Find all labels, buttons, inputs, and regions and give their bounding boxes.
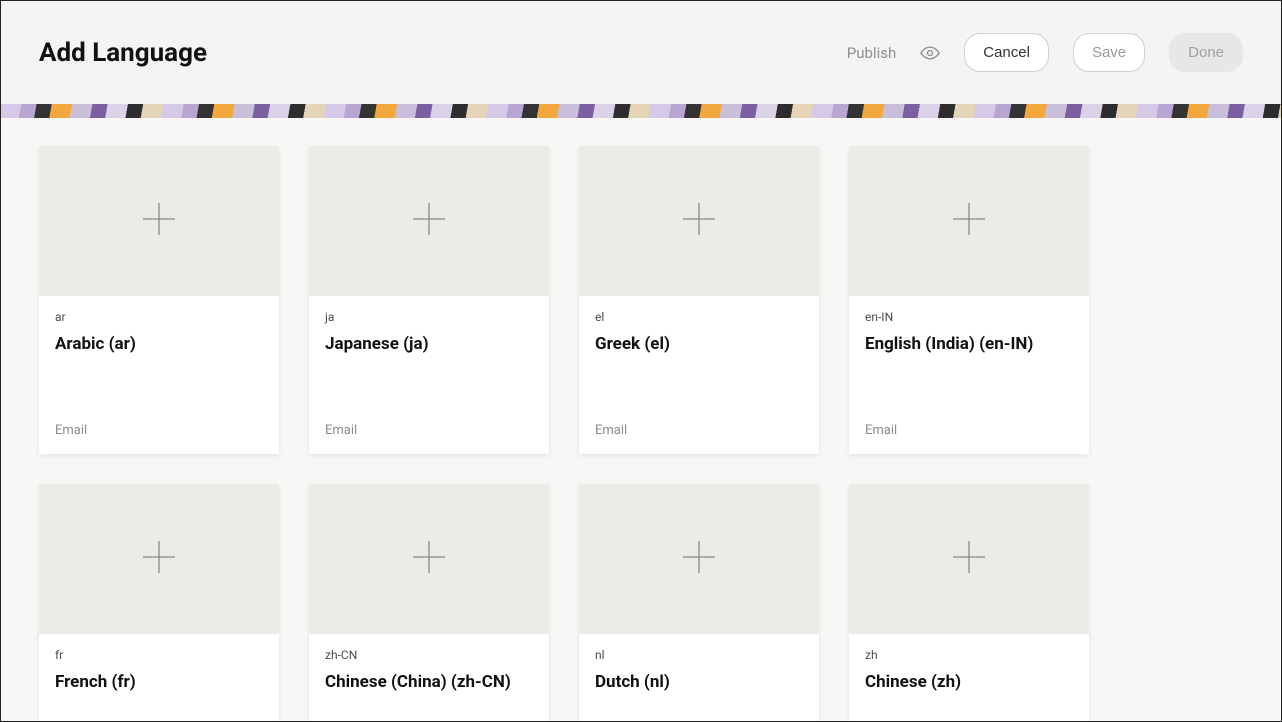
language-card[interactable]: zh Chinese (zh) Email [849, 484, 1089, 721]
language-code: nl [595, 648, 803, 662]
card-thumbnail [39, 484, 279, 634]
language-code: el [595, 310, 803, 324]
language-card[interactable]: fr French (fr) Email [39, 484, 279, 721]
language-name: Chinese (zh) [865, 672, 1073, 693]
card-thumbnail [309, 146, 549, 296]
cancel-button[interactable]: Cancel [964, 33, 1049, 72]
language-card[interactable]: zh-CN Chinese (China) (zh-CN) Email [309, 484, 549, 721]
plus-icon [679, 537, 719, 581]
card-thumbnail [579, 146, 819, 296]
language-grid: ar Arabic (ar) Email ja Japanese (ja) Em… [39, 146, 1243, 721]
plus-icon [139, 537, 179, 581]
language-code: zh-CN [325, 648, 533, 662]
plus-icon [949, 199, 989, 243]
language-name: French (fr) [55, 672, 263, 693]
language-name: Chinese (China) (zh-CN) [325, 672, 533, 693]
card-body: ja Japanese (ja) Email [309, 296, 549, 454]
language-name: Arabic (ar) [55, 334, 263, 355]
language-code: fr [55, 648, 263, 662]
card-thumbnail [849, 146, 1089, 296]
language-card[interactable]: ja Japanese (ja) Email [309, 146, 549, 454]
plus-icon [409, 199, 449, 243]
plus-icon [139, 199, 179, 243]
card-body: fr French (fr) Email [39, 634, 279, 721]
language-card[interactable]: el Greek (el) Email [579, 146, 819, 454]
card-thumbnail [849, 484, 1089, 634]
language-code: zh [865, 648, 1073, 662]
publish-label: Publish [847, 44, 896, 62]
language-card[interactable]: ar Arabic (ar) Email [39, 146, 279, 454]
language-code: ar [55, 310, 263, 324]
plus-icon [949, 537, 989, 581]
language-card[interactable]: en-IN English (India) (en-IN) Email [849, 146, 1089, 454]
card-body: ar Arabic (ar) Email [39, 296, 279, 454]
save-button[interactable]: Save [1073, 33, 1145, 72]
header: Add Language Publish Cancel Save Done [1, 1, 1281, 104]
card-thumbnail [579, 484, 819, 634]
language-code: en-IN [865, 310, 1073, 324]
card-thumbnail [309, 484, 549, 634]
language-name: Japanese (ja) [325, 334, 533, 355]
page-title: Add Language [39, 38, 207, 68]
card-type: Email [325, 423, 533, 438]
language-name: English (India) (en-IN) [865, 334, 1073, 355]
language-name: Dutch (nl) [595, 672, 803, 693]
header-actions: Publish Cancel Save Done [847, 33, 1243, 72]
card-body: zh Chinese (zh) Email [849, 634, 1089, 721]
card-type: Email [55, 423, 263, 438]
preview-icon[interactable] [920, 43, 940, 63]
card-body: en-IN English (India) (en-IN) Email [849, 296, 1089, 454]
card-body: zh-CN Chinese (China) (zh-CN) Email [309, 634, 549, 721]
language-name: Greek (el) [595, 334, 803, 355]
content-area: ar Arabic (ar) Email ja Japanese (ja) Em… [1, 118, 1281, 721]
plus-icon [679, 199, 719, 243]
plus-icon [409, 537, 449, 581]
card-type: Email [595, 423, 803, 438]
card-body: nl Dutch (nl) Email [579, 634, 819, 721]
card-type: Email [865, 423, 1073, 438]
language-card[interactable]: nl Dutch (nl) Email [579, 484, 819, 721]
card-body: el Greek (el) Email [579, 296, 819, 454]
language-code: ja [325, 310, 533, 324]
card-thumbnail [39, 146, 279, 296]
done-button[interactable]: Done [1169, 33, 1243, 72]
decorative-banner [1, 104, 1281, 118]
